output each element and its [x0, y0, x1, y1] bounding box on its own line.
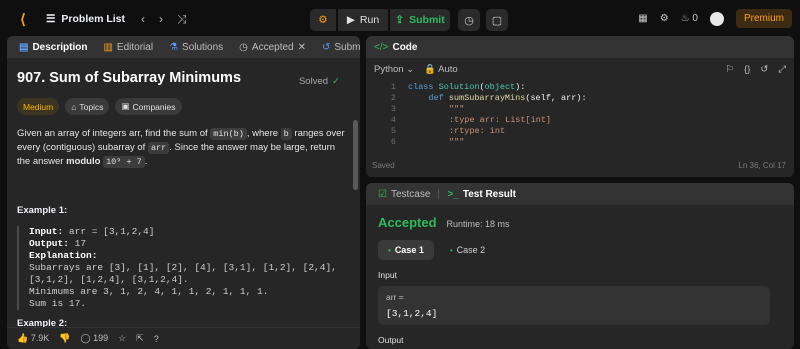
check-circle-icon: ✓ — [332, 76, 340, 87]
streak-counter[interactable]: ♨ 0 — [681, 13, 698, 24]
result-tabs: ☑ Testcase >_ Test Result — [366, 183, 794, 205]
thumbs-up-icon: 👍 — [17, 333, 29, 343]
bookmark-icon[interactable]: ⚐ — [726, 64, 735, 75]
play-icon: ▶ — [346, 14, 355, 26]
flask-icon: ⚗ — [169, 41, 179, 53]
runtime: Runtime: 18 ms — [446, 219, 510, 229]
submit-button[interactable]: ⇪ Submit — [390, 9, 450, 31]
description-scrollbar[interactable] — [353, 120, 358, 190]
input-value-box: arr = [3,1,2,4] — [378, 286, 770, 325]
tab-editorial[interactable]: ▥ Editorial — [99, 42, 157, 53]
braces-icon[interactable]: {} — [744, 64, 750, 75]
difficulty-badge[interactable]: Medium — [17, 98, 60, 115]
topics-tag[interactable]: ⌂ Topics — [65, 98, 110, 115]
avatar[interactable] — [709, 11, 724, 26]
tab-submissions[interactable]: ↺Submissions — [318, 42, 360, 53]
building-icon: ▣ — [121, 101, 130, 111]
terminal-icon: >_ — [447, 188, 459, 200]
debug-button[interactable]: ⚙ — [310, 9, 336, 31]
description-footer: 👍 7.9K 👎 ◯ 199 ☆ ⇱ ? — [7, 327, 360, 349]
timer-button[interactable]: ◷ — [458, 9, 480, 31]
saved-status: Saved — [372, 161, 395, 170]
code-header: </> Code — [366, 36, 794, 58]
case-2-tab[interactable]: • Case 2 — [440, 240, 495, 260]
dislike-icon[interactable]: 👎 — [59, 333, 70, 344]
tab-description[interactable]: ▤ Description — [15, 42, 91, 53]
example-block: Input: arr = [3,1,2,4] Output: 17 Explan… — [17, 226, 350, 310]
variable-value: [3,1,2,4] — [386, 308, 438, 319]
tab-testcase[interactable]: ☑ Testcase — [374, 189, 434, 200]
chevron-down-icon: ⌄ — [406, 63, 415, 75]
tab-test-result[interactable]: >_ Test Result — [443, 189, 520, 200]
variable-name: arr = — [386, 292, 404, 302]
leetcode-logo[interactable]: ⟨ — [14, 10, 32, 28]
share-icon[interactable]: ⇱ — [136, 333, 144, 344]
code-icon: </> — [374, 41, 389, 53]
prev-problem-icon[interactable]: ‹ — [141, 12, 145, 27]
star-icon[interactable]: ☆ — [118, 333, 126, 344]
clock-icon: ◷ — [239, 41, 248, 53]
document-icon: ▤ — [19, 41, 29, 53]
output-label: Output — [378, 335, 404, 345]
like-button[interactable]: 👍 7.9K — [17, 333, 49, 344]
next-problem-icon[interactable]: › — [159, 12, 163, 27]
lock-icon: 🔒 — [424, 63, 437, 75]
language-select[interactable]: Python ⌄ — [374, 64, 414, 75]
result-status: Accepted — [378, 215, 437, 230]
top-bar: ⟨ ☰ Problem List ‹ › ⤨ ⚙ ▶ Run ⇪ Submit ◷ … — [0, 0, 800, 38]
fire-icon: ♨ — [680, 13, 690, 24]
problem-statement: Given an array of integers arr, find the… — [17, 128, 345, 168]
autosave-toggle[interactable]: 🔒 Auto — [424, 64, 458, 75]
description-tabs: ▤ Description ▥ Editorial ⚗ Solutions ◷ Acce… — [7, 36, 360, 58]
layout-icon[interactable]: ▦ — [638, 13, 647, 24]
editor-toolbar: Python ⌄ 🔒 Auto ⚐ {} ↺ ⤢ — [366, 58, 794, 80]
bug-icon: ⚙ — [318, 14, 328, 26]
solved-status: Solved ✓ — [298, 76, 340, 87]
result-body: Accepted Runtime: 18 ms • Case 1 • Case 2 … — [366, 205, 794, 349]
problem-list-button[interactable]: ☰ Problem List — [46, 13, 125, 25]
comment-icon: ◯ — [80, 333, 91, 343]
cloud-upload-icon: ⇪ — [395, 14, 405, 26]
close-icon[interactable]: ✕ — [298, 42, 306, 53]
example-title: Example 1: — [17, 205, 68, 216]
description-panel: ▤ Description ▥ Editorial ⚗ Solutions ◷ Acce… — [7, 36, 360, 349]
test-result-panel: ☑ Testcase >_ Test Result Accepted Runtime… — [366, 183, 794, 349]
tab-accepted[interactable]: ◷ Accepted ✕ — [235, 42, 310, 53]
shuffle-icon[interactable]: ⤨ — [177, 12, 187, 27]
pass-dot-icon: • — [388, 245, 391, 255]
case-1-tab[interactable]: • Case 1 — [378, 240, 434, 260]
code-panel: </> Code Python ⌄ 🔒 Auto ⚐ {} ↺ ⤢ 1 class… — [366, 36, 794, 177]
note-icon: ▢ — [491, 14, 503, 27]
pass-dot-icon: • — [449, 245, 453, 255]
comments-button[interactable]: ◯ 199 — [80, 333, 108, 344]
code-editor[interactable]: 1 class Solution(object): 2 def sumSubarr… — [366, 82, 794, 148]
settings-icon[interactable]: ⚙ — [660, 13, 669, 24]
problem-description: 907. Sum of Subarray Minimums Solved ✓ Me… — [7, 58, 360, 339]
checkbox-icon: ☑ — [378, 188, 387, 200]
reset-icon[interactable]: ↺ — [760, 64, 768, 75]
run-button[interactable]: ▶ Run — [338, 9, 388, 31]
tab-solutions[interactable]: ⚗ Solutions — [165, 42, 227, 53]
notes-button[interactable]: ▢ — [486, 9, 508, 31]
companies-tag[interactable]: ▣ Companies — [115, 98, 182, 115]
list-icon: ☰ — [46, 13, 56, 25]
tab-divider — [438, 189, 440, 199]
premium-button[interactable]: Premium — [735, 9, 792, 28]
history-icon: ↺ — [322, 41, 331, 53]
alarm-icon: ◷ — [464, 14, 474, 27]
expand-icon[interactable]: ⤢ — [778, 64, 786, 75]
tag-icon: ⌂ — [71, 101, 77, 112]
input-label: Input — [378, 270, 397, 280]
cursor-position: Ln 36, Col 17 — [738, 161, 786, 170]
help-icon[interactable]: ? — [154, 334, 159, 344]
book-icon: ▥ — [103, 41, 113, 53]
